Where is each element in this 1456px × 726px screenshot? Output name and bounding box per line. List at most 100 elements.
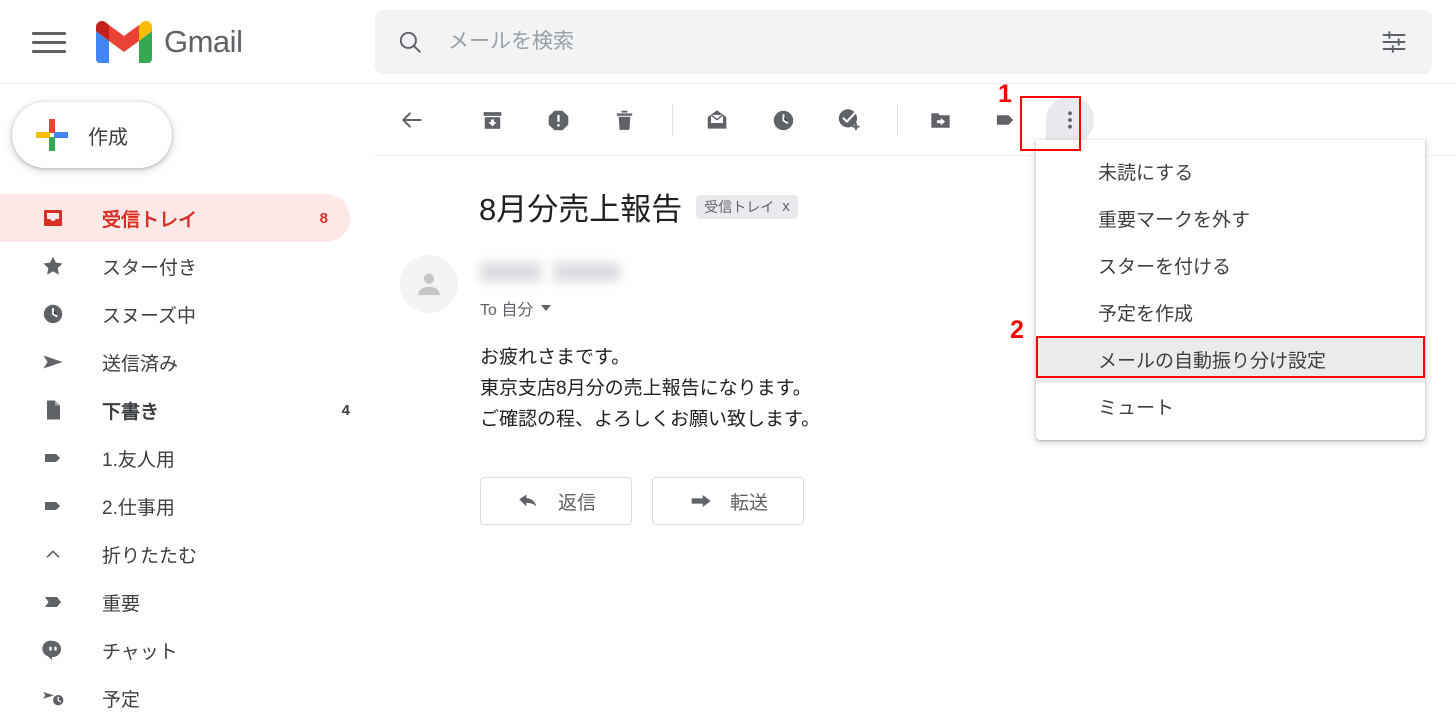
menu-item-label: メールの自動振り分け設定	[1098, 351, 1327, 372]
clock-icon	[773, 110, 793, 130]
important-icon	[40, 589, 66, 615]
gmail-app: Gmail 作成	[0, 0, 1456, 726]
menu-item-mark-not-important[interactable]: 重要マークを外す	[1036, 195, 1425, 242]
sidebar-item-important[interactable]: 重要	[0, 578, 372, 626]
sidebar-item-label: 折りたたむ	[102, 545, 198, 567]
message-actions: 返信 転送	[480, 477, 1456, 525]
plus-icon	[36, 119, 68, 151]
compose-button[interactable]: 作成	[12, 102, 172, 168]
menu-item-filter-messages[interactable]: メールの自動振り分け設定	[1036, 336, 1425, 383]
sidebar-item-label-friends[interactable]: 1.友人用	[0, 434, 372, 482]
brand-title: Gmail	[164, 24, 243, 59]
sidebar-item-chat[interactable]: チャット	[0, 626, 372, 674]
forward-button[interactable]: 転送	[652, 477, 804, 525]
sidebar-item-count: 8	[319, 209, 328, 227]
forward-arrow-icon	[691, 495, 711, 507]
trash-icon	[616, 110, 632, 130]
menu-item-mark-unread[interactable]: 未読にする	[1036, 148, 1425, 195]
add-to-tasks-button[interactable]	[825, 96, 873, 144]
more-options-menu: 未読にする 重要マークを外す スターを付ける 予定を作成 メールの自動振り分け設…	[1036, 140, 1425, 440]
menu-item-create-event[interactable]: 予定を作成	[1036, 289, 1425, 336]
send-icon	[40, 349, 66, 375]
more-button[interactable]	[1046, 96, 1094, 144]
star-icon	[40, 253, 66, 279]
menu-item-label: 未読にする	[1098, 163, 1194, 184]
close-icon[interactable]: x	[782, 198, 790, 215]
draft-icon	[40, 397, 66, 423]
archive-icon	[483, 111, 501, 129]
sidebar-item-label: 予定	[102, 689, 141, 711]
annotation-number-1: 1	[998, 80, 1012, 108]
sidebar-item-label: 受信トレイ	[102, 209, 198, 231]
archive-button[interactable]	[468, 96, 516, 144]
recipient-text: To 自分	[480, 302, 534, 319]
sidebar-item-label: 重要	[102, 593, 141, 615]
menu-item-label: 重要マークを外す	[1098, 210, 1251, 231]
sidebar-item-scheduled[interactable]: 予定	[0, 674, 372, 722]
sidebar-item-sent[interactable]: 送信済み	[0, 338, 372, 386]
sidebar-item-snoozed[interactable]: スヌーズ中	[0, 290, 372, 338]
reply-button[interactable]: 返信	[480, 477, 632, 525]
delete-button[interactable]	[600, 96, 648, 144]
sidebar-item-drafts[interactable]: 下書き 4	[0, 386, 372, 434]
back-button[interactable]	[388, 96, 436, 144]
sender-name-redacted	[480, 262, 620, 282]
sidebar-item-label: 送信済み	[102, 353, 179, 375]
scheduled-icon	[40, 685, 66, 711]
email-subject: 8月分売上報告	[479, 192, 683, 227]
gmail-brand: Gmail	[96, 14, 243, 70]
search-icon	[399, 31, 421, 53]
sidebar-item-starred[interactable]: スター付き	[0, 242, 372, 290]
toolbar-separator	[672, 105, 673, 135]
app-header: Gmail	[0, 0, 1456, 84]
label-icon	[40, 493, 66, 519]
mark-unread-icon	[707, 110, 727, 129]
search-bar[interactable]	[375, 10, 1432, 74]
sidebar-nav: 受信トレイ 8 スター付き スヌーズ中 送信済み 下書き 4 1.友人用 2.仕…	[0, 194, 372, 722]
sidebar-item-collapse[interactable]: 折りたたむ	[0, 530, 372, 578]
menu-item-label: ミュート	[1098, 398, 1175, 419]
chevron-down-icon[interactable]	[541, 305, 552, 311]
annotation-number-2: 2	[1010, 316, 1024, 344]
menu-item-label: 予定を作成	[1098, 304, 1194, 325]
gmail-logo-icon	[96, 21, 152, 63]
sidebar-item-label: チャット	[102, 641, 178, 663]
sidebar-item-label-work[interactable]: 2.仕事用	[0, 482, 372, 530]
sidebar-item-label: 1.友人用	[102, 449, 175, 471]
move-to-button[interactable]	[916, 96, 964, 144]
reply-arrow-icon	[519, 494, 537, 507]
inbox-label-chip[interactable]: 受信トレイ x	[696, 194, 798, 219]
recipient-line[interactable]: To 自分	[480, 296, 820, 320]
avatar	[400, 255, 458, 313]
sidebar-item-label: スヌーズ中	[102, 305, 197, 327]
sidebar-item-label: 2.仕事用	[102, 497, 175, 519]
sidebar-item-label: スター付き	[102, 257, 198, 279]
report-spam-button[interactable]	[534, 96, 582, 144]
label-chip-text: 受信トレイ	[704, 198, 775, 215]
snooze-button[interactable]	[759, 96, 807, 144]
forward-label: 転送	[729, 492, 768, 514]
compose-label: 作成	[88, 126, 128, 149]
search-options-icon[interactable]	[1380, 28, 1408, 56]
chat-icon	[40, 637, 66, 663]
arrow-left-icon	[402, 112, 422, 128]
menu-item-label: スターを付ける	[1098, 257, 1232, 278]
report-spam-icon	[548, 110, 568, 130]
more-vertical-icon	[1068, 111, 1072, 129]
message-content: To 自分 お疲れさまです。 東京支店8月分の売上報告になります。 ご確認の程、…	[480, 255, 820, 435]
sidebar-item-inbox[interactable]: 受信トレイ 8	[0, 194, 350, 242]
add-task-icon	[838, 109, 860, 131]
mark-unread-button[interactable]	[693, 96, 741, 144]
sidebar-item-label: 下書き	[102, 401, 160, 423]
menu-item-add-star[interactable]: スターを付ける	[1036, 242, 1425, 289]
inbox-icon	[40, 205, 66, 231]
move-to-folder-icon	[930, 112, 950, 128]
hamburger-icon[interactable]	[32, 26, 72, 58]
search-input[interactable]	[448, 30, 1380, 54]
reply-label: 返信	[557, 492, 596, 514]
menu-item-mute[interactable]: ミュート	[1036, 383, 1425, 430]
toolbar-separator	[897, 105, 898, 135]
chevron-up-icon	[40, 541, 66, 567]
email-body: お疲れさまです。 東京支店8月分の売上報告になります。 ご確認の程、よろしくお願…	[480, 347, 821, 430]
clock-icon	[40, 301, 66, 327]
